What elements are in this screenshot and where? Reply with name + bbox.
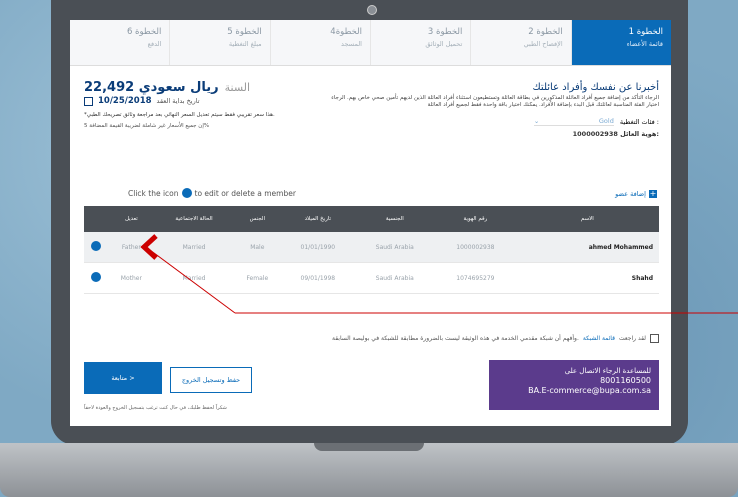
section-title: أخبرنا عن نفسك وأفراد عائلتك	[532, 82, 660, 93]
step-label: الدفع	[147, 40, 162, 48]
header-gender: الجنس	[233, 206, 282, 232]
gender-cell: Female	[233, 262, 282, 294]
chevron-down-icon: ⌄	[533, 117, 540, 125]
gender-cell: Male	[233, 232, 282, 263]
name-cell: ahmed Mohammed	[515, 232, 659, 263]
step-number: 4الخطوة	[330, 27, 362, 37]
step-5[interactable]: الخطوة 5 مبلغ التغطية	[170, 20, 271, 65]
help-phone[interactable]: 8001160500	[497, 376, 651, 386]
hint-text: to edit or delete a member	[194, 188, 296, 198]
step-label: الإفصاح الطبي	[523, 40, 563, 48]
table-header: تعديل الحالة الاجتماعية الجنس تاريخ المي…	[84, 206, 659, 232]
save-and-exit-button[interactable]: حفظ وتسجيل الخروج	[170, 367, 252, 393]
edit-cell[interactable]	[84, 262, 109, 294]
policy-value: 1000002938	[572, 130, 618, 138]
dob-cell: 01/01/1990	[281, 232, 355, 263]
price-summary: 22,492 ريال سعودي السنة 10/25/2018 تاريخ…	[84, 80, 314, 129]
calendar-icon[interactable]	[84, 96, 93, 106]
edit-icon[interactable]	[91, 241, 102, 251]
price-value: 22,492 ريال سعودي	[84, 80, 219, 95]
step-label: قائمة الأعضاء	[626, 40, 663, 48]
agreement-text: لقد راجعت	[619, 335, 646, 342]
name-cell: Shahd	[515, 262, 659, 294]
help-box: للمساعدة الرجاء الاتصال على 8001160500 B…	[489, 360, 659, 410]
nationality-cell: Saudi Arabia	[354, 232, 436, 263]
step-number: الخطوة 2	[528, 27, 563, 37]
camera-icon	[367, 5, 377, 15]
step-4[interactable]: 4الخطوة المسجد	[270, 20, 371, 65]
add-member-button[interactable]: إضافة عضو +	[615, 190, 657, 198]
progress-steps: الخطوة 6 الدفع الخطوة 5 مبلغ التغطية 4الخط…	[70, 20, 671, 66]
edit-icon	[181, 188, 192, 198]
category-select[interactable]: ⌄ Gold	[533, 117, 614, 126]
step-6[interactable]: الخطوة 6 الدفع	[70, 20, 171, 65]
laptop-frame: الخطوة 6 الدفع الخطوة 5 مبلغ التغطية 4الخط…	[51, 0, 688, 445]
step-number: الخطوة 3	[427, 27, 463, 37]
step-label: تحميل الوثائق	[425, 40, 463, 48]
members-table: تعديل الحالة الاجتماعية الجنس تاريخ المي…	[84, 206, 659, 294]
section-description: الرجاء التأكد من إضافة جميع أفراد العائل…	[331, 95, 659, 108]
start-date-label: تاريخ بداية العقد	[156, 97, 200, 105]
footer-note: شكراً لحفظ طلبك، في حال كنت ترغب بتسجيل …	[84, 405, 227, 411]
member-section: أخبرنا عن نفسك وأفراد عائلتك الرجاء التأ…	[329, 82, 659, 138]
table-row: Mother Married Female 09/01/1998 Saudi A…	[84, 262, 659, 294]
marital-cell: Married	[154, 262, 234, 294]
step-1[interactable]: الخطوة 1 قائمة الأعضاء	[571, 20, 671, 65]
relation-cell: Mother	[108, 262, 155, 294]
header-name: الاسم	[515, 206, 659, 232]
next-button[interactable]: متابعة >	[84, 362, 162, 394]
step-label: مبلغ التغطية	[228, 40, 262, 48]
header-edit	[84, 206, 109, 232]
nationality-cell: Saudi Arabia	[354, 262, 436, 294]
category-value: Gold	[598, 117, 614, 125]
laptop-notch	[314, 443, 424, 451]
category-label: فئات التغطية :	[619, 117, 659, 126]
step-2[interactable]: الخطوة 2 الإفصاح الطبي	[471, 20, 572, 65]
hint-text: Click the icon	[128, 188, 179, 198]
help-email[interactable]: BA.E-commerce@bupa.com.sa	[497, 386, 651, 396]
dob-cell: 09/01/1998	[281, 262, 355, 294]
laptop-base	[0, 443, 738, 497]
price-note: *هذا سعر تقريبي فقط سيتم تعديل السعر الن…	[84, 112, 275, 118]
add-member-label: إضافة عضو	[615, 190, 646, 198]
marital-cell: Married	[154, 232, 234, 263]
header-relation: تعديل	[108, 206, 155, 232]
vat-note: إن جميع الأسعار غير شاملة لضريبة القيمة …	[84, 123, 210, 129]
step-label: المسجد	[341, 40, 362, 48]
policy-holder: 1000002938 هوية العائل:	[329, 130, 659, 138]
agreement-checkbox[interactable]	[650, 334, 659, 343]
help-text: للمساعدة الرجاء الاتصال على	[564, 367, 651, 375]
edit-icon[interactable]	[91, 272, 102, 282]
id-cell: 1000002938	[435, 232, 516, 263]
step-number: الخطوة 6	[126, 27, 162, 37]
network-list-link[interactable]: قائمة الشبكة	[583, 335, 615, 342]
screen: الخطوة 6 الدفع الخطوة 5 مبلغ التغطية 4الخط…	[70, 20, 671, 426]
arrow-annotation-icon	[140, 234, 158, 260]
price-label: السنة	[224, 81, 251, 94]
step-3[interactable]: الخطوة 3 تحميل الوثائق	[370, 20, 472, 65]
plus-icon: +	[649, 189, 657, 198]
header-marital: الحالة الاجتماعية	[154, 206, 234, 232]
header-id: رقم الهوية	[435, 206, 516, 232]
step-number: الخطوة 5	[227, 27, 262, 37]
step-number: الخطوة 1	[628, 27, 663, 37]
header-nationality: الجنسية	[354, 206, 436, 232]
header-dob: تاريخ الميلاد	[281, 206, 355, 232]
start-date: 10/25/2018	[98, 96, 152, 106]
agreement-text: وأفهم أن شبكة مقدمي الخدمة في هذه الوثيق…	[332, 335, 579, 342]
table-row: Father Married Male 01/01/1990 Saudi Ara…	[84, 232, 659, 263]
id-cell: 1074695279	[435, 262, 516, 294]
policy-label: هوية العائل:	[620, 130, 659, 138]
agreement-row: وأفهم أن شبكة مقدمي الخدمة في هذه الوثيق…	[332, 334, 659, 343]
edit-cell[interactable]	[84, 232, 109, 263]
edit-hint: Click the icon to edit or delete a membe…	[128, 188, 296, 198]
